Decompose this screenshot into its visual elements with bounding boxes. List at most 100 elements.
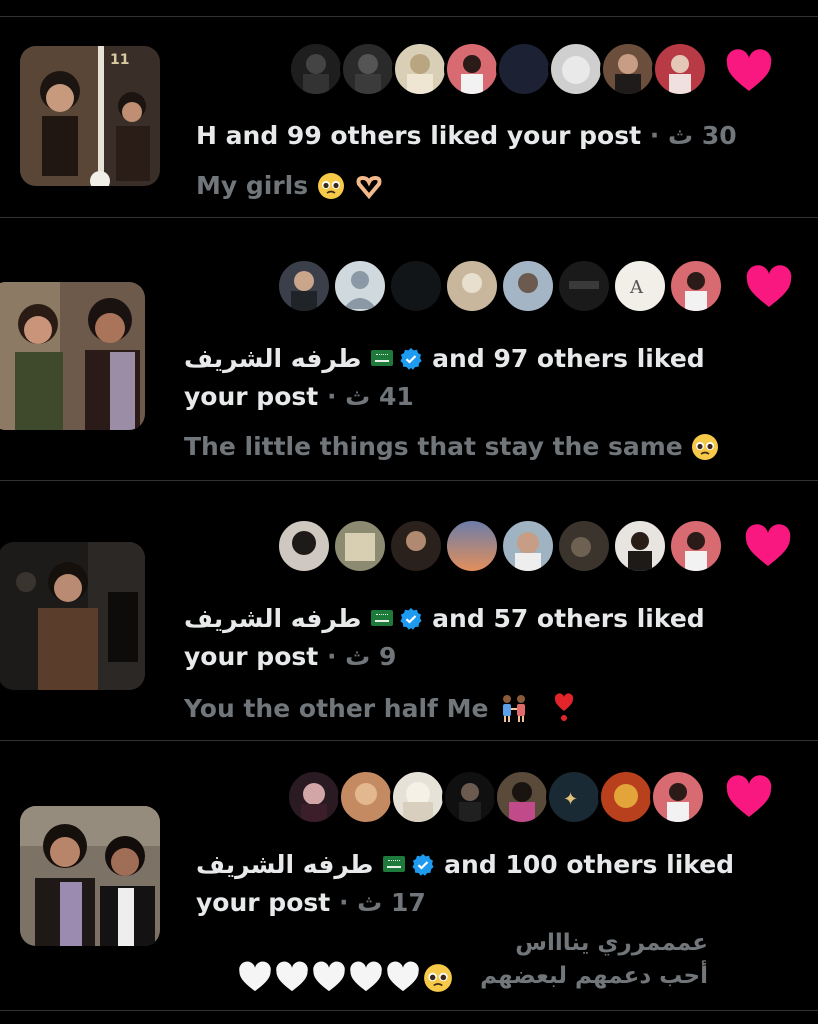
avatar[interactable] [340,41,396,97]
separator: · [326,382,337,411]
avatar[interactable] [332,518,388,574]
avatar[interactable] [392,41,448,97]
avatar[interactable] [650,769,706,825]
heart-icon [726,49,772,91]
actor-name[interactable]: طرفه الشريف [184,344,361,373]
avatar[interactable] [276,258,332,314]
notification-item[interactable]: A طرفه الشريف and 97 others liked your p… [0,218,818,480]
notification-text-line2: your post · 17 ث [196,888,426,917]
action-text: your post [184,642,319,671]
heart-hands-emoji [356,175,382,200]
notification-text[interactable]: طرفه الشريف and 97 others liked [184,344,705,373]
timestamp: 17 ث [357,888,426,917]
actor-name[interactable]: طرفه الشريف [184,604,361,633]
quote-text: The little things that stay the same [184,432,683,461]
quote-text: أحب دعمهم لبعضهم [480,963,708,989]
avatar[interactable] [286,769,342,825]
white-heart-emoji [239,961,271,992]
avatar[interactable]: ✦ [546,769,602,825]
white-heart-emoji [276,961,308,992]
pleading-face-emoji [317,173,344,199]
avatar[interactable] [500,518,556,574]
notification-item[interactable]: طرفه الشريف and 57 others liked your pos… [0,481,818,740]
liker-avatars[interactable] [276,518,726,574]
saudi-flag-icon [383,856,406,872]
liker-avatars[interactable] [288,41,708,97]
avatar[interactable] [444,518,500,574]
quote-text: You the other half Me [184,694,489,723]
svg-text:11: 11 [110,52,129,68]
verified-badge-icon [412,854,435,876]
action-text: and 97 others liked [432,344,705,373]
separator: · [326,642,337,671]
svg-text:✦: ✦ [563,789,578,810]
notification-item[interactable]: ✦ طرفه الشريف and 100 others liked your … [0,741,818,1010]
avatar[interactable] [338,769,394,825]
avatar[interactable] [388,258,444,314]
liker-avatars[interactable]: A [276,258,726,314]
svg-text:A: A [629,277,644,298]
liker-avatars[interactable]: ✦ [286,769,716,825]
avatar[interactable] [276,518,332,574]
verified-badge-icon [400,608,423,630]
post-quote[interactable]: The little things that stay the same [184,432,719,461]
quote-emoji-row [238,961,453,993]
avatar[interactable] [332,258,388,314]
notification-text[interactable]: طرفه الشريف and 100 others liked [196,850,734,879]
avatar[interactable] [600,41,656,97]
pleading-face-emoji [692,434,719,460]
quote-text: عمممرري يناااس [515,930,708,956]
two-women-holding-hands-emoji [503,695,526,722]
verified-badge-icon [400,348,423,370]
avatar[interactable] [668,518,724,574]
avatar[interactable] [548,41,604,97]
avatar[interactable] [388,518,444,574]
avatar[interactable] [598,769,654,825]
avatar[interactable] [288,41,344,97]
actor-name[interactable]: طرفه الشريف [196,850,373,879]
avatar[interactable] [668,258,724,314]
notification-text[interactable]: H and 99 others liked your post · 30 ث [196,121,737,150]
avatar[interactable] [556,518,612,574]
notification-text-line2: your post · 9 ث [184,642,396,671]
post-thumbnail[interactable] [20,806,160,946]
separator: · [338,888,349,917]
post-quote-line1[interactable]: عمممرري يناااس [515,930,708,956]
quote-text: My girls [196,171,309,200]
action-text: and 57 others liked [432,604,705,633]
post-quote[interactable]: My girls [196,171,384,200]
avatar[interactable] [494,769,550,825]
notification-item[interactable]: 11 H and 99 others liked your post · 30 … [0,17,818,217]
timestamp: 9 ث [345,642,397,671]
avatar[interactable] [496,41,552,97]
action-text: and 99 others liked your post [225,121,642,150]
action-text: your post [196,888,331,917]
avatar[interactable] [500,258,556,314]
heart-icon [745,524,791,566]
post-quote[interactable]: You the other half Me [184,691,576,723]
avatar[interactable] [612,518,668,574]
avatar[interactable] [556,258,612,314]
timestamp: 30 ث [668,121,737,150]
timestamp: 41 ث [345,382,414,411]
avatar[interactable] [444,41,500,97]
action-text: and 100 others liked [444,850,735,879]
heart-icon [726,775,772,817]
actor-name[interactable]: H [196,121,217,150]
exclamation-heart-emoji [554,693,574,721]
post-thumbnail[interactable] [0,282,145,430]
avatar[interactable] [390,769,446,825]
saudi-flag-icon [371,350,394,366]
avatar[interactable] [444,258,500,314]
post-quote-line2[interactable]: أحب دعمهم لبعضهم [480,963,708,989]
divider [0,1010,818,1011]
avatar[interactable] [652,41,708,97]
notification-text[interactable]: طرفه الشريف and 57 others liked [184,604,705,633]
avatar[interactable] [442,769,498,825]
heart-icon [746,265,792,307]
avatar[interactable]: A [612,258,668,314]
post-thumbnail[interactable] [0,542,145,690]
action-text: your post [184,382,319,411]
separator: · [649,121,660,150]
post-thumbnail[interactable]: 11 [20,46,160,186]
